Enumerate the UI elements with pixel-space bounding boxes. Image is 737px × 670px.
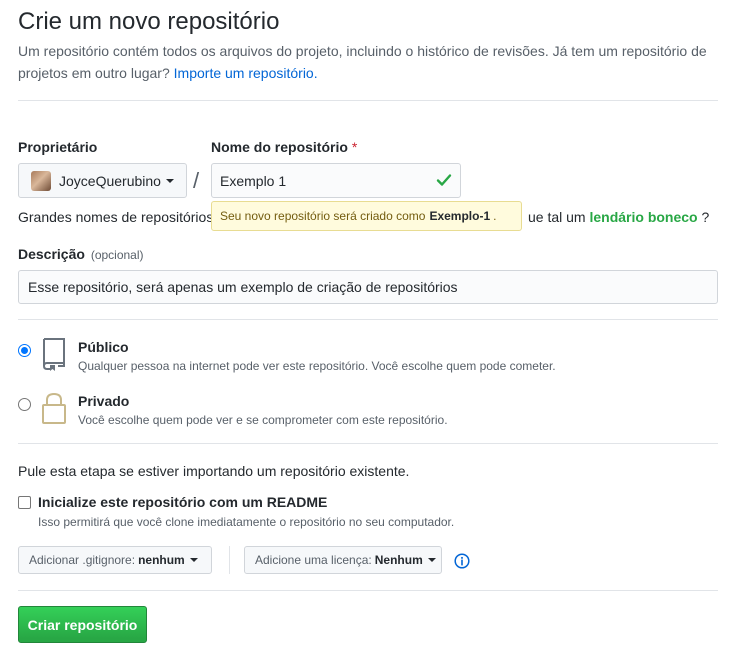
readme-label[interactable]: Inicialize este repositório com um READM… [38, 494, 327, 510]
private-radio[interactable] [18, 398, 31, 411]
private-title: Privado [78, 393, 130, 409]
repo-name-hint: Grandes nomes de repositórios [18, 209, 214, 225]
gitignore-label: Adicionar .gitignore: [29, 553, 136, 567]
gitignore-value: nenhum [138, 553, 185, 567]
tooltip-text: Seu novo repositório será criado como [220, 209, 426, 223]
repo-name-label-text: Nome do repositório [211, 139, 348, 155]
readme-note: Isso permitirá que você clone imediatame… [38, 515, 455, 529]
page-title: Crie um novo repositório [18, 8, 280, 35]
repo-name-input[interactable] [211, 163, 461, 198]
page-intro: Um repositório contém todos os arquivos … [18, 40, 718, 84]
owner-label: Proprietário [18, 139, 98, 155]
description-input[interactable] [18, 270, 718, 304]
description-label: Descrição (opcional) [18, 246, 144, 262]
tooltip-slug: Exemplo-1 [429, 209, 491, 223]
tooltip-end: . [493, 209, 497, 223]
vertical-divider [229, 546, 230, 574]
import-repo-link[interactable]: Importe um repositório. [174, 65, 318, 81]
check-icon [436, 174, 452, 186]
repo-slug-tooltip: Seu novo repositório será criado como Ex… [211, 201, 522, 231]
divider [18, 590, 718, 591]
intro-text: Um repositório contém todos os arquivos … [18, 43, 707, 81]
public-note: Qualquer pessoa na internet pode ver est… [78, 359, 556, 373]
public-title: Público [78, 339, 129, 355]
repo-name-suggestion: ue tal um lendário boneco ? [528, 209, 709, 225]
license-value: Nenhum [374, 553, 423, 567]
suggested-name[interactable]: lendário boneco [589, 209, 697, 225]
license-label: Adicione uma licença: [255, 553, 372, 567]
owner-repo-separator: / [193, 168, 200, 193]
chevron-down-icon [189, 558, 198, 562]
chevron-down-icon [427, 558, 436, 562]
required-mark: * [351, 139, 358, 155]
optional-tag: (opcional) [90, 248, 144, 262]
readme-checkbox[interactable] [18, 496, 31, 509]
hint-end: ? [701, 209, 710, 225]
public-radio[interactable] [18, 344, 31, 357]
repo-name-label: Nome do repositório * [211, 139, 357, 155]
private-note: Você escolhe quem pode ver e se comprome… [78, 413, 448, 427]
repo-book-icon [42, 338, 65, 371]
avatar [31, 170, 51, 191]
divider [18, 319, 718, 320]
owner-name: JoyceQuerubino [59, 172, 161, 189]
hint-suffix: ue tal um [528, 209, 586, 225]
license-select[interactable]: Adicione uma licença: Nenhum [244, 546, 442, 574]
owner-dropdown[interactable]: JoyceQuerubino [18, 163, 187, 198]
skip-init-text: Pule esta etapa se estiver importando um… [18, 463, 410, 479]
divider [18, 443, 718, 444]
chevron-down-icon [165, 178, 174, 183]
create-repo-button[interactable]: Criar repositório [18, 606, 147, 643]
gitignore-select[interactable]: Adicionar .gitignore: nenhum [18, 546, 212, 574]
divider [18, 100, 718, 101]
info-icon[interactable] [454, 553, 470, 569]
description-label-text: Descrição [18, 246, 85, 262]
lock-icon [42, 392, 66, 424]
